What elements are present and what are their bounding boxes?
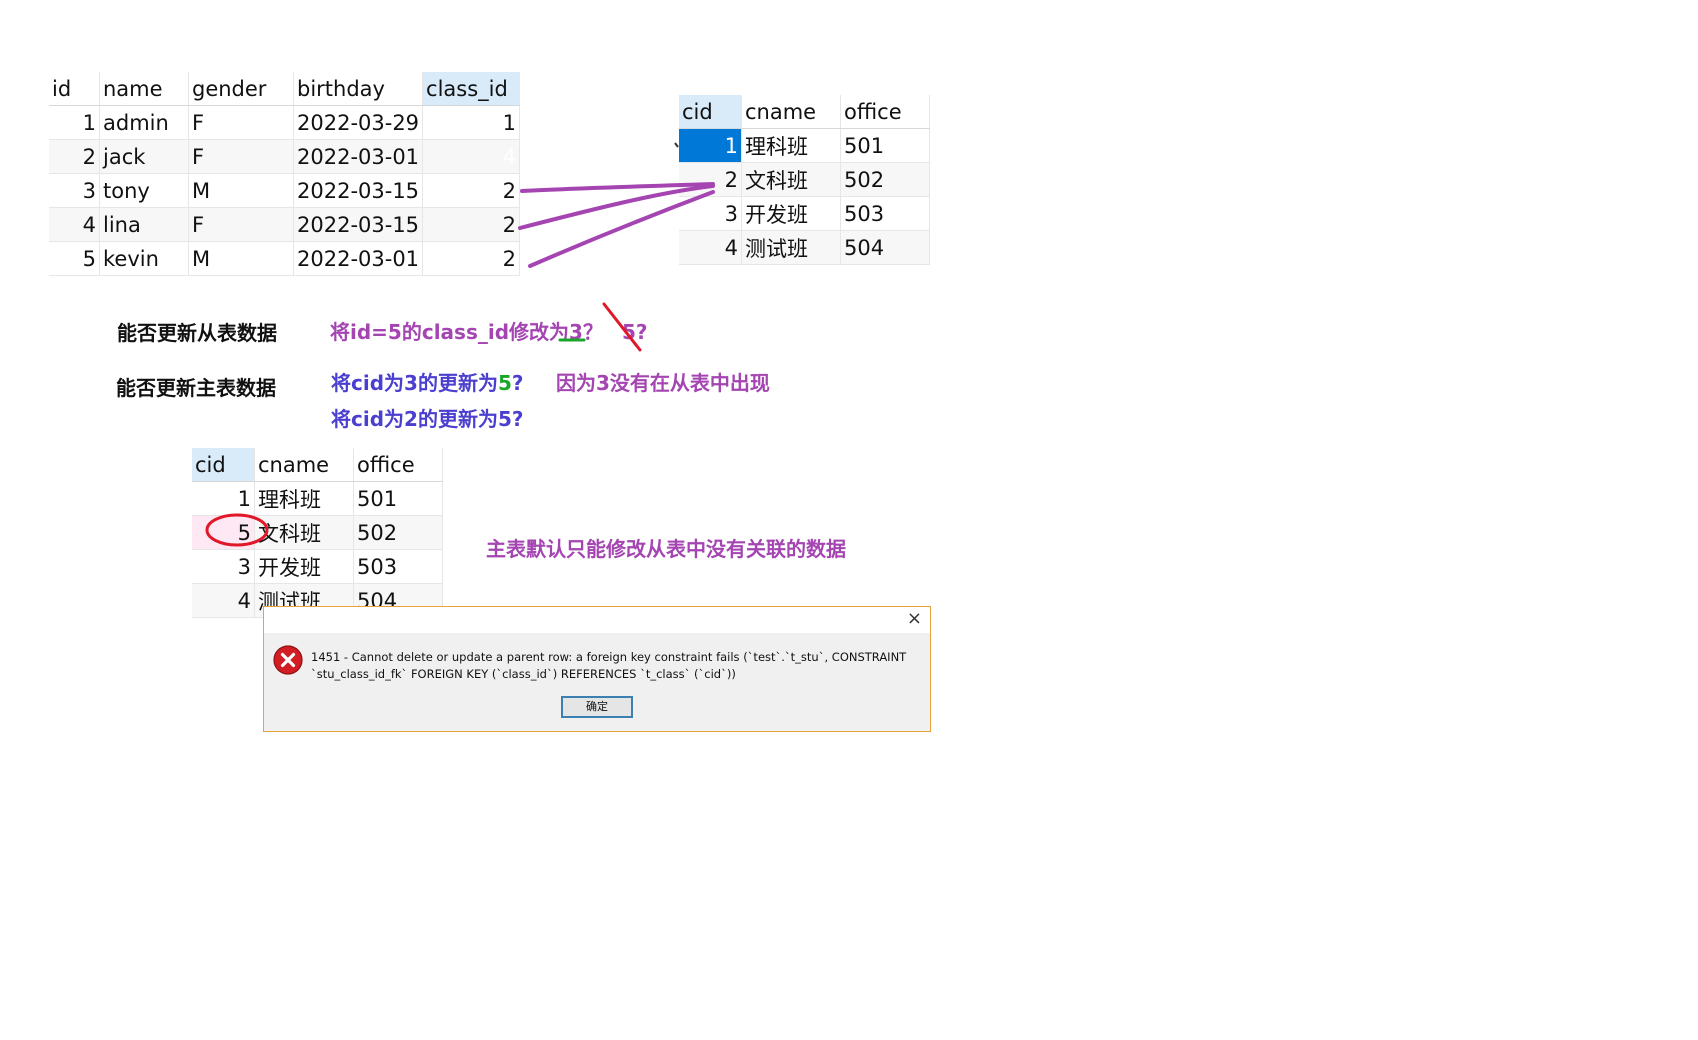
cell-id[interactable]: 3 [49, 173, 100, 208]
cell-id[interactable]: 1 [49, 105, 100, 140]
col-header-cid[interactable]: cid [192, 448, 255, 482]
col-header-office[interactable]: office [840, 95, 930, 129]
table-row[interactable]: 3 开发班 503 [192, 549, 443, 584]
cell-cid-editing[interactable]: 5 [192, 515, 255, 550]
cursor-mark [674, 142, 679, 148]
table-row[interactable]: 1 理科班 501 [192, 481, 443, 516]
table-row-editing[interactable]: 5 文科班 502 [192, 515, 443, 550]
class-header-row: cid cname office [192, 448, 443, 482]
table-row[interactable]: 4 测试班 504 [679, 230, 930, 265]
table-row[interactable]: 3 tony M 2022-03-15 2 [49, 173, 521, 208]
question-update-child-text: 将id=5的class_id修改为3？ 5? [330, 316, 647, 345]
question-update-child-label: 能否更新从表数据 [117, 321, 277, 345]
cell-gender[interactable]: M [188, 241, 294, 276]
cell-birthday[interactable]: 2022-03-15 [293, 207, 424, 242]
cell-class-id[interactable]: 2 [422, 173, 521, 208]
error-icon [273, 645, 303, 675]
cell-id[interactable]: 5 [49, 241, 100, 276]
cell-cname[interactable]: 开发班 [741, 196, 841, 231]
cell-gender[interactable]: F [188, 207, 294, 242]
col-header-gender[interactable]: gender [188, 72, 294, 106]
question-update-parent-text-2: 将cid为2的更新为5? [331, 407, 524, 431]
q1-text-b: 3 [569, 320, 583, 344]
q2-text-c: ? [511, 371, 524, 395]
cell-cid-selected[interactable]: 1 [679, 128, 742, 163]
cell-class-id[interactable]: 2 [422, 241, 521, 276]
q1-text-d: 5? [621, 320, 648, 344]
cell-name[interactable]: kevin [99, 241, 189, 276]
cell-office[interactable]: 501 [353, 481, 443, 516]
cell-cid[interactable]: 4 [192, 583, 255, 618]
cell-class-id-selected[interactable]: 4 [422, 139, 521, 174]
cell-cid[interactable]: 3 [192, 549, 255, 584]
cell-cname[interactable]: 开发班 [254, 549, 354, 584]
table-row[interactable]: 1 理科班 501 [679, 128, 930, 163]
class-table-top: cid cname office 1 理科班 501 2 文科班 502 3 开… [679, 95, 930, 265]
table-row[interactable]: 2 文科班 502 [679, 162, 930, 197]
col-header-cid[interactable]: cid [679, 95, 742, 129]
cell-birthday[interactable]: 2022-03-29 [293, 105, 424, 140]
cell-cid[interactable]: 3 [679, 196, 742, 231]
dialog-titlebar: × [264, 607, 930, 633]
cell-office[interactable]: 503 [353, 549, 443, 584]
cell-office[interactable]: 504 [840, 230, 930, 265]
reason-text: 因为3没有在从表中出现 [556, 371, 770, 395]
error-message: 1451 - Cannot delete or update a parent … [311, 650, 907, 681]
table-row[interactable]: 3 开发班 503 [679, 196, 930, 231]
q1-text-c: ？ [582, 320, 603, 344]
col-header-cname[interactable]: cname [254, 448, 354, 482]
cell-cname[interactable]: 文科班 [254, 515, 354, 550]
class-table-bottom: cid cname office 1 理科班 501 5 文科班 502 3 开… [192, 448, 443, 618]
cell-class-id[interactable]: 2 [422, 207, 521, 242]
cell-cid[interactable]: 2 [679, 162, 742, 197]
cell-name[interactable]: jack [99, 139, 189, 174]
question-update-parent-label: 能否更新主表数据 [116, 376, 276, 400]
error-dialog: × 1451 - Cannot delete or update a paren… [263, 606, 931, 732]
stu-header-row: id name gender birthday class_id [49, 72, 521, 106]
q2-text-b: 5 [497, 371, 512, 395]
cell-cname[interactable]: 理科班 [254, 481, 354, 516]
cell-gender[interactable]: F [188, 139, 294, 174]
cell-name[interactable]: tony [99, 173, 189, 208]
table-row[interactable]: 1 admin F 2022-03-29 1 [49, 105, 521, 140]
table-row[interactable]: 4 lina F 2022-03-15 2 [49, 207, 521, 242]
cell-birthday[interactable]: 2022-03-01 [293, 139, 424, 174]
cell-name[interactable]: admin [99, 105, 189, 140]
class-header-row: cid cname office [679, 95, 930, 129]
cell-cname[interactable]: 文科班 [741, 162, 841, 197]
cell-cid[interactable]: 1 [192, 481, 255, 516]
conclusion-text: 主表默认只能修改从表中没有关联的数据 [486, 537, 846, 561]
question-update-parent-text: 将cid为3的更新为5? [331, 367, 523, 396]
cell-cname[interactable]: 理科班 [741, 128, 841, 163]
table-row[interactable]: 5 kevin M 2022-03-01 2 [49, 241, 521, 276]
cell-office[interactable]: 502 [353, 515, 443, 550]
col-header-birthday[interactable]: birthday [293, 72, 424, 106]
close-icon[interactable]: × [907, 608, 922, 629]
ok-button[interactable]: 确定 [561, 696, 633, 718]
cell-birthday[interactable]: 2022-03-01 [293, 241, 424, 276]
cell-class-id[interactable]: 1 [422, 105, 521, 140]
cell-cname[interactable]: 测试班 [741, 230, 841, 265]
q1-text-a: 将id=5的class_id修改为 [330, 320, 570, 344]
cell-office[interactable]: 502 [840, 162, 930, 197]
cell-id[interactable]: 4 [49, 207, 100, 242]
table-row[interactable]: 2 jack F 2022-03-01 4 [49, 139, 521, 174]
q2-text-a: 将cid为3的更新为 [331, 371, 498, 395]
cell-id[interactable]: 2 [49, 139, 100, 174]
cell-office[interactable]: 501 [840, 128, 930, 163]
col-header-office[interactable]: office [353, 448, 443, 482]
col-header-id[interactable]: id [49, 72, 100, 106]
col-header-name[interactable]: name [99, 72, 189, 106]
cell-cid[interactable]: 4 [679, 230, 742, 265]
col-header-cname[interactable]: cname [741, 95, 841, 129]
cell-gender[interactable]: F [188, 105, 294, 140]
cell-name[interactable]: lina [99, 207, 189, 242]
cell-birthday[interactable]: 2022-03-15 [293, 173, 424, 208]
col-header-class-id[interactable]: class_id [422, 72, 521, 106]
cell-gender[interactable]: M [188, 173, 294, 208]
cell-office[interactable]: 503 [840, 196, 930, 231]
stu-table: id name gender birthday class_id 1 admin… [49, 72, 521, 276]
